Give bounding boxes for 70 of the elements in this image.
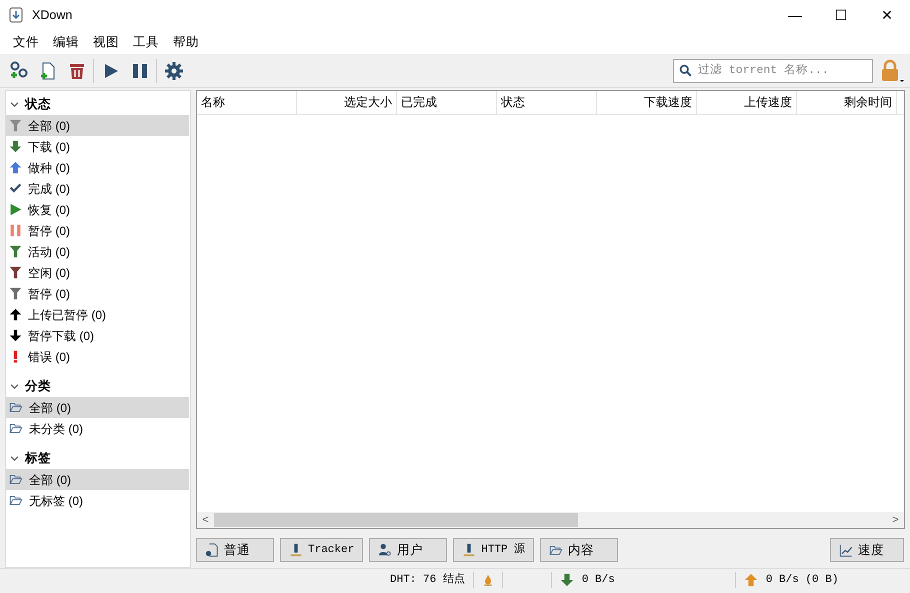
sidebar-item[interactable]: 做种 (0): [6, 157, 189, 178]
column-header[interactable]: 上传速度: [744, 95, 792, 109]
sidebar-item[interactable]: 暂停 (0): [6, 283, 189, 304]
maximize-button[interactable]: ☐: [818, 4, 864, 26]
tab-button[interactable]: 用户: [369, 538, 448, 562]
column-header[interactable]: 状态: [501, 95, 525, 109]
folder-icon: [9, 401, 23, 414]
menu-item[interactable]: 工具: [126, 32, 166, 52]
scroll-left-button[interactable]: <: [197, 512, 214, 528]
sidebar-item[interactable]: 上传已暂停 (0): [6, 304, 189, 325]
sidebar-item[interactable]: 恢复 (0): [6, 199, 189, 220]
column-header[interactable]: 剩余时间: [844, 95, 892, 109]
folder-icon: [549, 544, 564, 557]
tab-button[interactable]: 普通: [196, 538, 274, 562]
download-icon: [560, 573, 574, 587]
sidebar-item[interactable]: 无标签 (0): [6, 490, 189, 511]
sidebar-item[interactable]: 全部 (0): [6, 115, 189, 136]
scroll-right-button[interactable]: >: [887, 512, 904, 528]
search-field[interactable]: 过滤 torrent 名称...: [673, 58, 873, 82]
sidebar-item[interactable]: 活动 (0): [6, 241, 189, 262]
settings-icon: [164, 60, 184, 80]
up-arrow-icon: [9, 308, 22, 321]
folder-icon: [9, 494, 23, 507]
section-header[interactable]: 分类: [25, 377, 51, 396]
sidebar-item[interactable]: 暂停 (0): [6, 220, 189, 241]
line-chart-icon: [839, 544, 853, 557]
down-arrow-icon: [9, 329, 22, 342]
scrollbar-thumb[interactable]: [214, 513, 578, 528]
play-icon: [9, 203, 22, 216]
menu-item[interactable]: 帮助: [166, 32, 206, 52]
up-arrow-icon: [9, 161, 22, 174]
upload-icon: [744, 573, 758, 587]
sidebar-item[interactable]: 全部 (0): [6, 397, 189, 418]
sidebar-item[interactable]: 全部 (0): [6, 469, 189, 490]
column-header[interactable]: 已完成: [401, 95, 437, 109]
close-button[interactable]: ✕: [864, 4, 910, 26]
minimize-button[interactable]: —: [772, 4, 818, 26]
sidebar-item[interactable]: 未分类 (0): [6, 418, 189, 439]
folder-icon: [9, 473, 23, 486]
download-speed: 0 B/s: [582, 572, 615, 588]
add-link-icon: [8, 60, 28, 80]
pin-icon: [462, 543, 476, 558]
check-icon: [9, 182, 22, 195]
folder-icon: [9, 422, 23, 435]
pause-icon: [9, 224, 22, 237]
upload-speed: 0 B/s (0 B): [766, 572, 838, 588]
flame-icon: [482, 574, 494, 586]
sidebar-item[interactable]: 空闲 (0): [6, 262, 189, 283]
window-title: XDown: [32, 6, 72, 24]
tab-button[interactable]: Tracker: [280, 538, 364, 562]
section-header[interactable]: 标签: [25, 449, 51, 468]
app-icon: [8, 7, 24, 23]
column-header[interactable]: 名称: [201, 95, 225, 109]
speed-button[interactable]: 速度: [830, 538, 904, 562]
sidebar-item[interactable]: 暂停下载 (0): [6, 325, 189, 346]
menu-item[interactable]: 视图: [86, 32, 126, 52]
menu-item[interactable]: 文件: [6, 32, 46, 52]
section-header[interactable]: 状态: [25, 95, 51, 114]
user-icon: [378, 543, 392, 558]
sidebar-item[interactable]: 下载 (0): [6, 136, 189, 157]
pin-icon: [289, 543, 303, 558]
menu-item[interactable]: 编辑: [46, 32, 86, 52]
column-header[interactable]: 下载速度: [644, 95, 692, 109]
tab-button[interactable]: 内容: [540, 538, 618, 562]
column-header[interactable]: 选定大小: [344, 95, 392, 109]
tab-button[interactable]: HTTP 源: [453, 538, 534, 562]
sidebar-item[interactable]: 完成 (0): [6, 178, 189, 199]
dht-status: DHT: 76 结点: [390, 572, 465, 588]
sidebar-item[interactable]: 错误 (0): [6, 346, 189, 367]
down-arrow-icon: [9, 140, 22, 153]
